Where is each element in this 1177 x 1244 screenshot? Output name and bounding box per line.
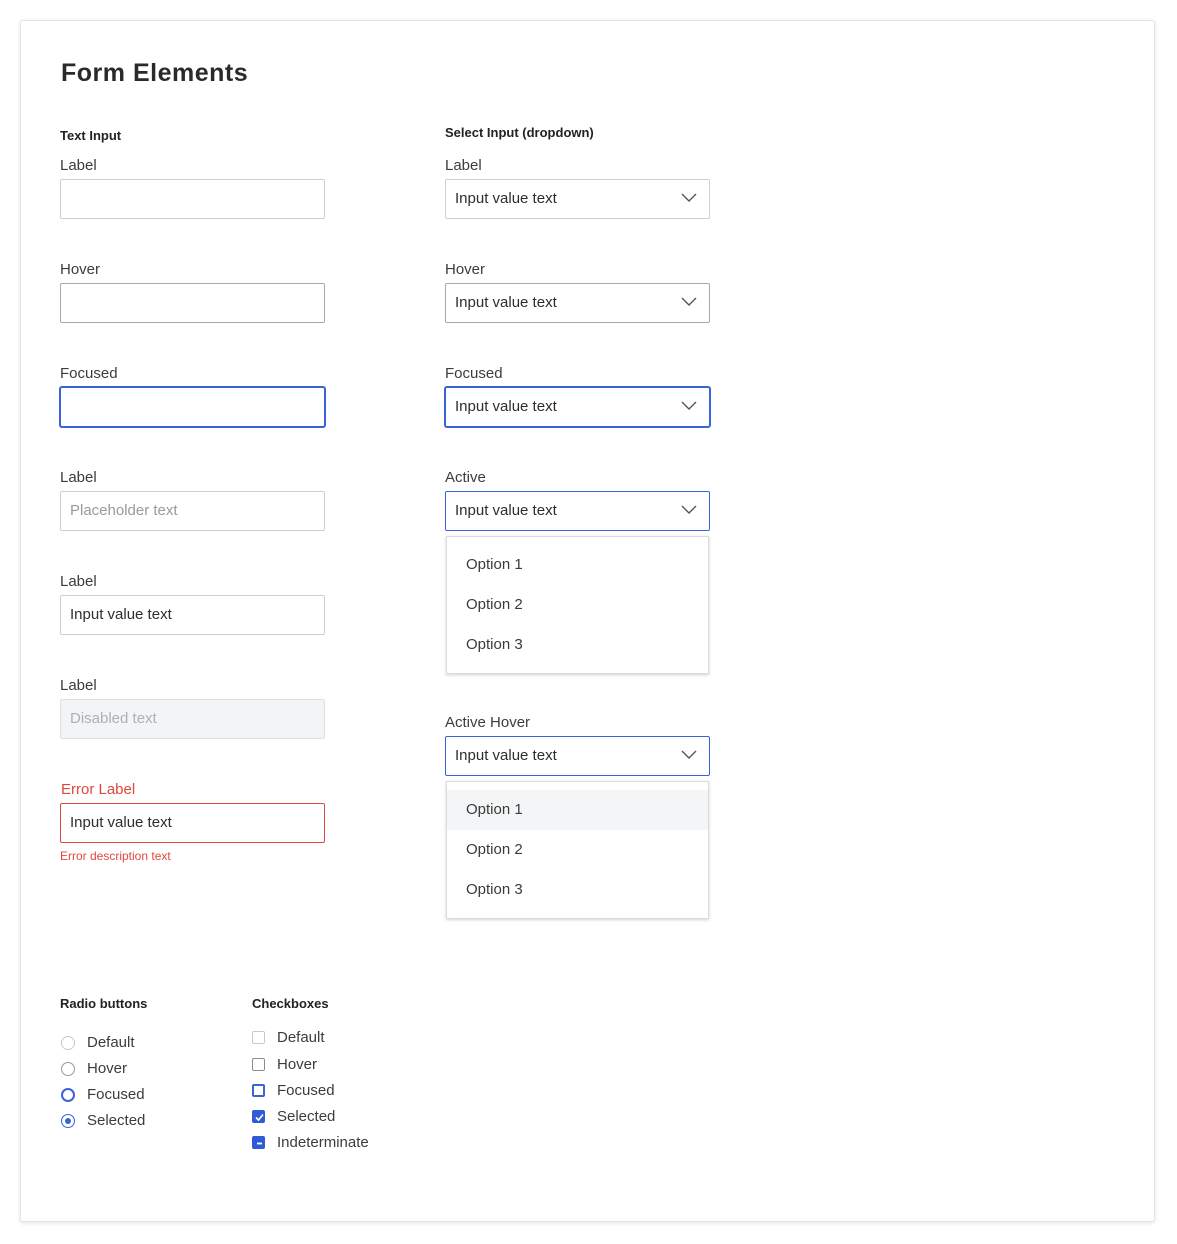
checkbox-selected[interactable]: Selected: [252, 1108, 335, 1125]
select-active-menu: Option 1 Option 2 Option 3: [446, 536, 709, 674]
text-input-focused[interactable]: [60, 387, 325, 427]
select-option[interactable]: Option 2: [447, 585, 708, 625]
checkbox-box[interactable]: [252, 1058, 265, 1071]
checkbox-box[interactable]: [252, 1136, 265, 1149]
checkbox-indeterminate[interactable]: Indeterminate: [252, 1134, 369, 1151]
text-input-label-hover: Hover: [60, 261, 101, 278]
page-title: Form Elements: [61, 59, 249, 87]
select-option[interactable]: Option 3: [447, 625, 708, 665]
select-value: Input value text: [455, 398, 557, 415]
text-input-error[interactable]: Input value text: [60, 803, 325, 843]
chevron-down-icon: [681, 505, 697, 514]
text-input-label-focused: Focused: [60, 365, 118, 382]
select-focused[interactable]: Input value text: [445, 387, 710, 427]
select-option[interactable]: Option 2: [447, 830, 708, 870]
radio-label: Focused: [87, 1086, 145, 1103]
chevron-down-icon: [681, 297, 697, 306]
text-input-label-disabled: Label: [60, 677, 97, 694]
check-icon: [255, 1113, 264, 1122]
radio-label: Selected: [87, 1112, 146, 1129]
checkbox-label: Focused: [277, 1082, 335, 1099]
checkbox-box[interactable]: [252, 1110, 265, 1123]
text-input-filled[interactable]: Input value text: [60, 595, 325, 635]
error-description: Error description text: [60, 849, 171, 863]
checkbox-label: Selected: [277, 1108, 336, 1125]
select-label-active: Active: [445, 469, 486, 486]
checkbox-hover[interactable]: Hover: [252, 1056, 317, 1073]
select-value: Input value text: [455, 294, 557, 311]
text-input-label-filled: Label: [60, 573, 97, 590]
select-hover[interactable]: Input value text: [445, 283, 710, 323]
select-active[interactable]: Input value text: [445, 491, 710, 531]
text-input-default[interactable]: [60, 179, 325, 219]
select-label-hover: Hover: [445, 261, 486, 278]
checkboxes-section-title: Checkboxes: [252, 996, 329, 1011]
select-default[interactable]: Input value text: [445, 179, 710, 219]
text-input-placeholder[interactable]: Placeholder text: [60, 491, 325, 531]
checkbox-label: Indeterminate: [277, 1134, 369, 1151]
radio-label: Hover: [87, 1060, 128, 1077]
text-input-label-default: Label: [60, 157, 97, 174]
select-option[interactable]: Option 1: [447, 545, 708, 585]
select-value: Input value text: [455, 190, 557, 207]
select-active-hover-menu: Option 1 Option 2 Option 3: [446, 781, 709, 919]
checkbox-box[interactable]: [252, 1031, 265, 1044]
text-input-hover[interactable]: [60, 283, 325, 323]
checkbox-label: Hover: [277, 1056, 318, 1073]
radio-buttons-section-title: Radio buttons: [60, 996, 148, 1011]
radio-default[interactable]: Default: [61, 1034, 135, 1051]
text-input-label-placeholder: Label: [60, 469, 97, 486]
select-input-section-title: Select Input (dropdown): [445, 125, 594, 140]
select-option-highlighted[interactable]: Option 1: [447, 790, 708, 830]
dash-icon: [257, 1142, 262, 1145]
select-label-focused: Focused: [445, 365, 503, 382]
checkbox-default[interactable]: Default: [252, 1029, 325, 1046]
radio-circle[interactable]: [61, 1035, 75, 1050]
chevron-down-icon: [681, 401, 697, 410]
select-label-default: Label: [445, 157, 482, 174]
text-input-label-error: Error Label: [61, 781, 136, 798]
checkbox-box[interactable]: [252, 1084, 265, 1097]
text-input-disabled: Disabled text: [60, 699, 325, 739]
radio-circle[interactable]: [61, 1113, 75, 1128]
form-elements-card: Form Elements Text Input Label Hover Foc…: [20, 20, 1155, 1222]
radio-label: Default: [87, 1034, 135, 1051]
chevron-down-icon: [681, 750, 697, 759]
select-value: Input value text: [455, 502, 557, 519]
checkbox-label: Default: [277, 1029, 325, 1046]
radio-focused[interactable]: Focused: [61, 1086, 145, 1103]
checkbox-focused[interactable]: Focused: [252, 1082, 335, 1099]
select-active-hover[interactable]: Input value text: [445, 736, 710, 776]
select-option[interactable]: Option 3: [447, 870, 708, 910]
chevron-down-icon: [681, 193, 697, 202]
radio-selected[interactable]: Selected: [61, 1112, 145, 1129]
select-value: Input value text: [455, 747, 557, 764]
select-label-active-hover: Active Hover: [445, 714, 531, 731]
radio-hover[interactable]: Hover: [61, 1060, 127, 1077]
text-input-section-title: Text Input: [60, 128, 122, 143]
radio-circle[interactable]: [61, 1087, 75, 1102]
radio-circle[interactable]: [61, 1061, 75, 1076]
